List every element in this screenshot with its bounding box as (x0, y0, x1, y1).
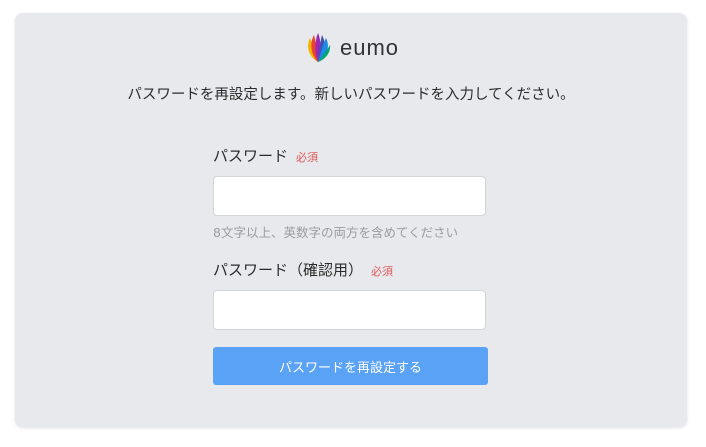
required-badge: 必須 (371, 265, 394, 278)
password-field-group: パスワード 必須 8文字以上、英数字の両方を含めてください (213, 145, 488, 241)
eumo-logo: eumo (302, 31, 399, 65)
password-confirm-label: パスワード（確認用） (213, 261, 364, 279)
password-confirm-field-group: パスワード（確認用） 必須 (213, 259, 488, 330)
password-hint: 8文字以上、英数字の両方を含めてください (213, 225, 459, 240)
password-label-row: パスワード 必須 (213, 145, 488, 166)
eumo-petal-icon (308, 33, 331, 62)
password-confirm-input[interactable] (213, 290, 486, 330)
required-badge: 必須 (296, 151, 319, 164)
password-label: パスワード (213, 147, 289, 165)
reset-password-card: eumo パスワードを再設定します。新しいパスワードを入力してください。 パスワ… (15, 13, 687, 427)
reset-password-button[interactable]: パスワードを再設定する (213, 347, 488, 385)
intro-text: パスワードを再設定します。新しいパスワードを入力してください。 (127, 87, 575, 103)
password-confirm-label-row: パスワード（確認用） 必須 (213, 259, 488, 280)
password-input[interactable] (213, 176, 486, 216)
logo-wordmark: eumo (340, 35, 400, 60)
